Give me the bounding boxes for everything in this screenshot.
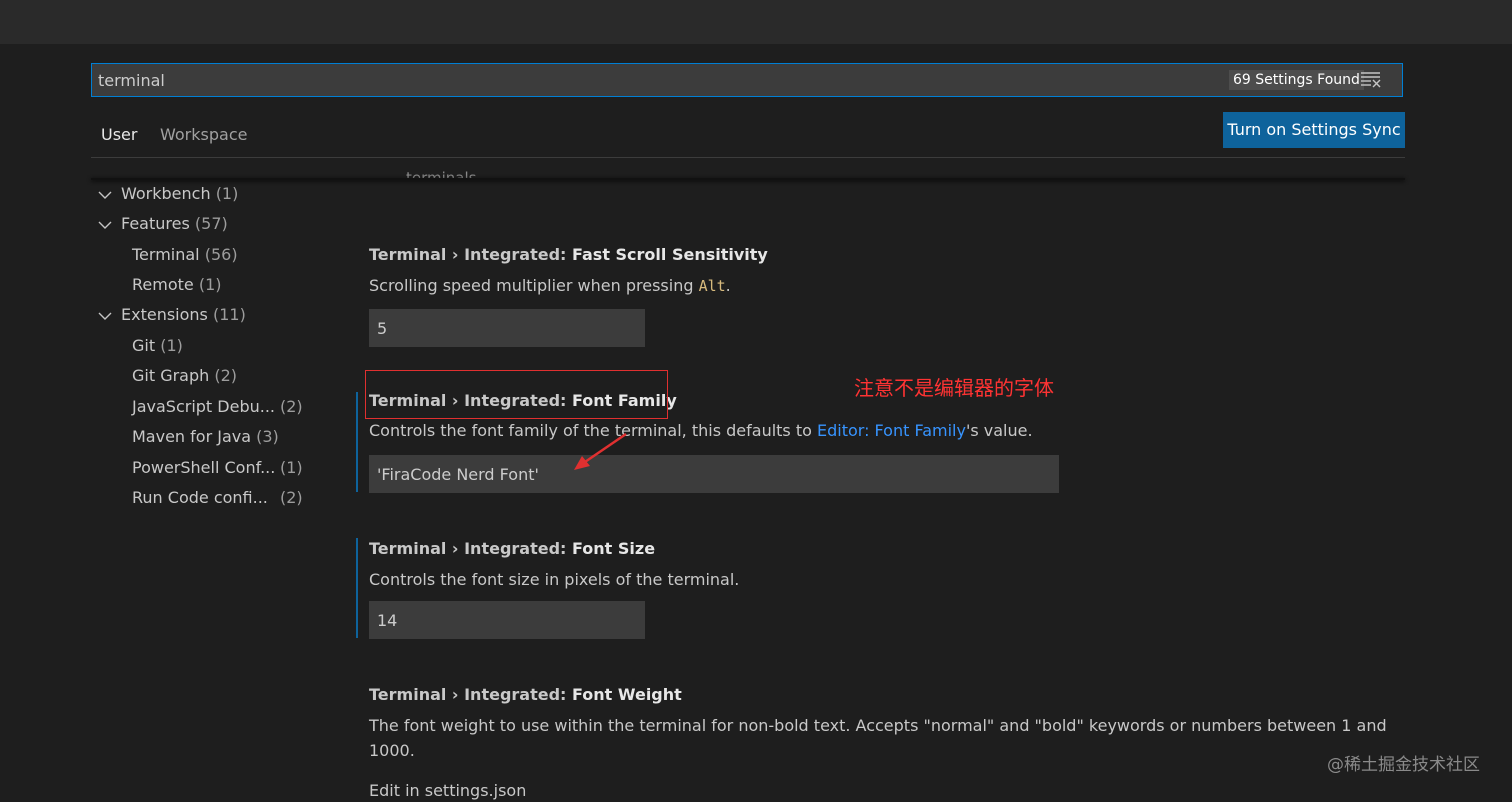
search-result-count: 69 Settings Found <box>1229 70 1364 90</box>
setting-description: Scrolling speed multiplier when pressing… <box>369 276 731 295</box>
settings-search-box[interactable]: 69 Settings Found <box>91 63 1403 97</box>
toc-item-features[interactable]: Features (57) <box>121 213 228 235</box>
setting-fast-scroll-sensitivity: Terminal › Integrated: Fast Scroll Sensi… <box>356 244 1416 354</box>
toc-item-git-graph[interactable]: Git Graph (2) <box>132 365 237 387</box>
clear-filter-icon[interactable] <box>1360 71 1382 89</box>
tab-workspace[interactable]: Workspace <box>150 118 257 158</box>
toc-item-git[interactable]: Git (1) <box>132 335 183 357</box>
toc-count: (2) <box>280 488 303 507</box>
setting-font-size: Terminal › Integrated: Font Size Control… <box>356 538 1416 639</box>
setting-title: Terminal › Integrated: Fast Scroll Sensi… <box>369 245 768 264</box>
toc-item-maven-for-java[interactable]: Maven for Java (3) <box>132 426 279 448</box>
chevron-down-icon[interactable] <box>98 188 112 202</box>
annotation-arrow-icon <box>574 432 627 470</box>
toc-count: (2) <box>280 397 303 416</box>
chevron-down-icon[interactable] <box>98 309 112 323</box>
setting-font-weight: Terminal › Integrated: Font Weight The f… <box>356 684 1416 764</box>
toc-item-javascript-debugger[interactable]: JavaScript Debu... <box>132 396 275 418</box>
annotation-highlight-box <box>365 370 668 419</box>
tabs-divider <box>91 157 1405 158</box>
font-size-input[interactable] <box>369 601 645 639</box>
toc-item-terminal[interactable]: Terminal (56) <box>132 244 238 266</box>
setting-description: Controls the font family of the terminal… <box>369 421 1033 440</box>
title-bar <box>0 0 1512 44</box>
watermark: @稀土掘金技术社区 <box>1327 755 1480 775</box>
toc-item-extensions[interactable]: Extensions (11) <box>121 304 246 326</box>
fast-scroll-sensitivity-input[interactable] <box>369 309 645 347</box>
edit-in-settings-json-link[interactable]: Edit in settings.json <box>369 780 526 802</box>
turn-on-settings-sync-button[interactable]: Turn on Settings Sync <box>1223 112 1405 148</box>
toc-count: (1) <box>280 458 303 477</box>
toc-item-powershell[interactable]: PowerShell Conf... <box>132 457 275 479</box>
settings-search-input[interactable] <box>98 68 1198 92</box>
editor-font-family-link[interactable]: Editor: Font Family <box>817 421 966 440</box>
setting-description: The font weight to use within the termin… <box>369 716 1387 760</box>
toc-item-workbench[interactable]: Workbench (1) <box>121 183 238 205</box>
header-shadow <box>91 178 1405 180</box>
setting-description: Controls the font size in pixels of the … <box>369 570 740 589</box>
toc-item-remote[interactable]: Remote (1) <box>132 274 222 296</box>
tab-user[interactable]: User <box>91 118 148 158</box>
setting-title: Terminal › Integrated: Font Weight <box>369 685 682 704</box>
annotation-note: 注意不是编辑器的字体 <box>854 376 1054 400</box>
chevron-down-icon[interactable] <box>98 218 112 232</box>
setting-title: Terminal › Integrated: Font Size <box>369 539 656 558</box>
font-family-input[interactable] <box>369 455 1059 493</box>
toc-item-run-code[interactable]: Run Code confi... <box>132 487 268 509</box>
